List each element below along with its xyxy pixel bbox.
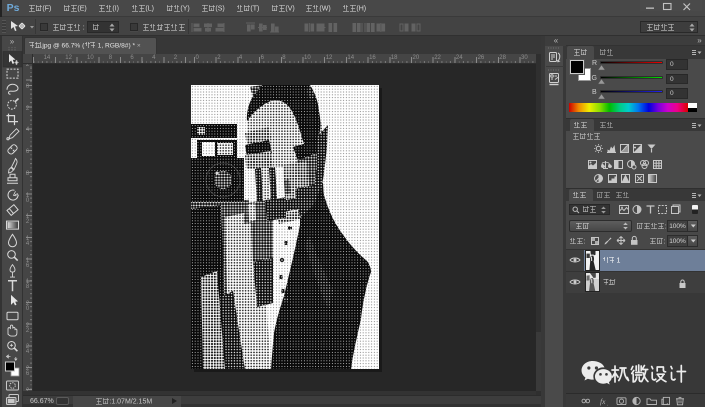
svg-text:»: » (10, 37, 15, 46)
svg-text:fx: fx (600, 397, 606, 406)
svg-text:.: . (607, 402, 608, 407)
